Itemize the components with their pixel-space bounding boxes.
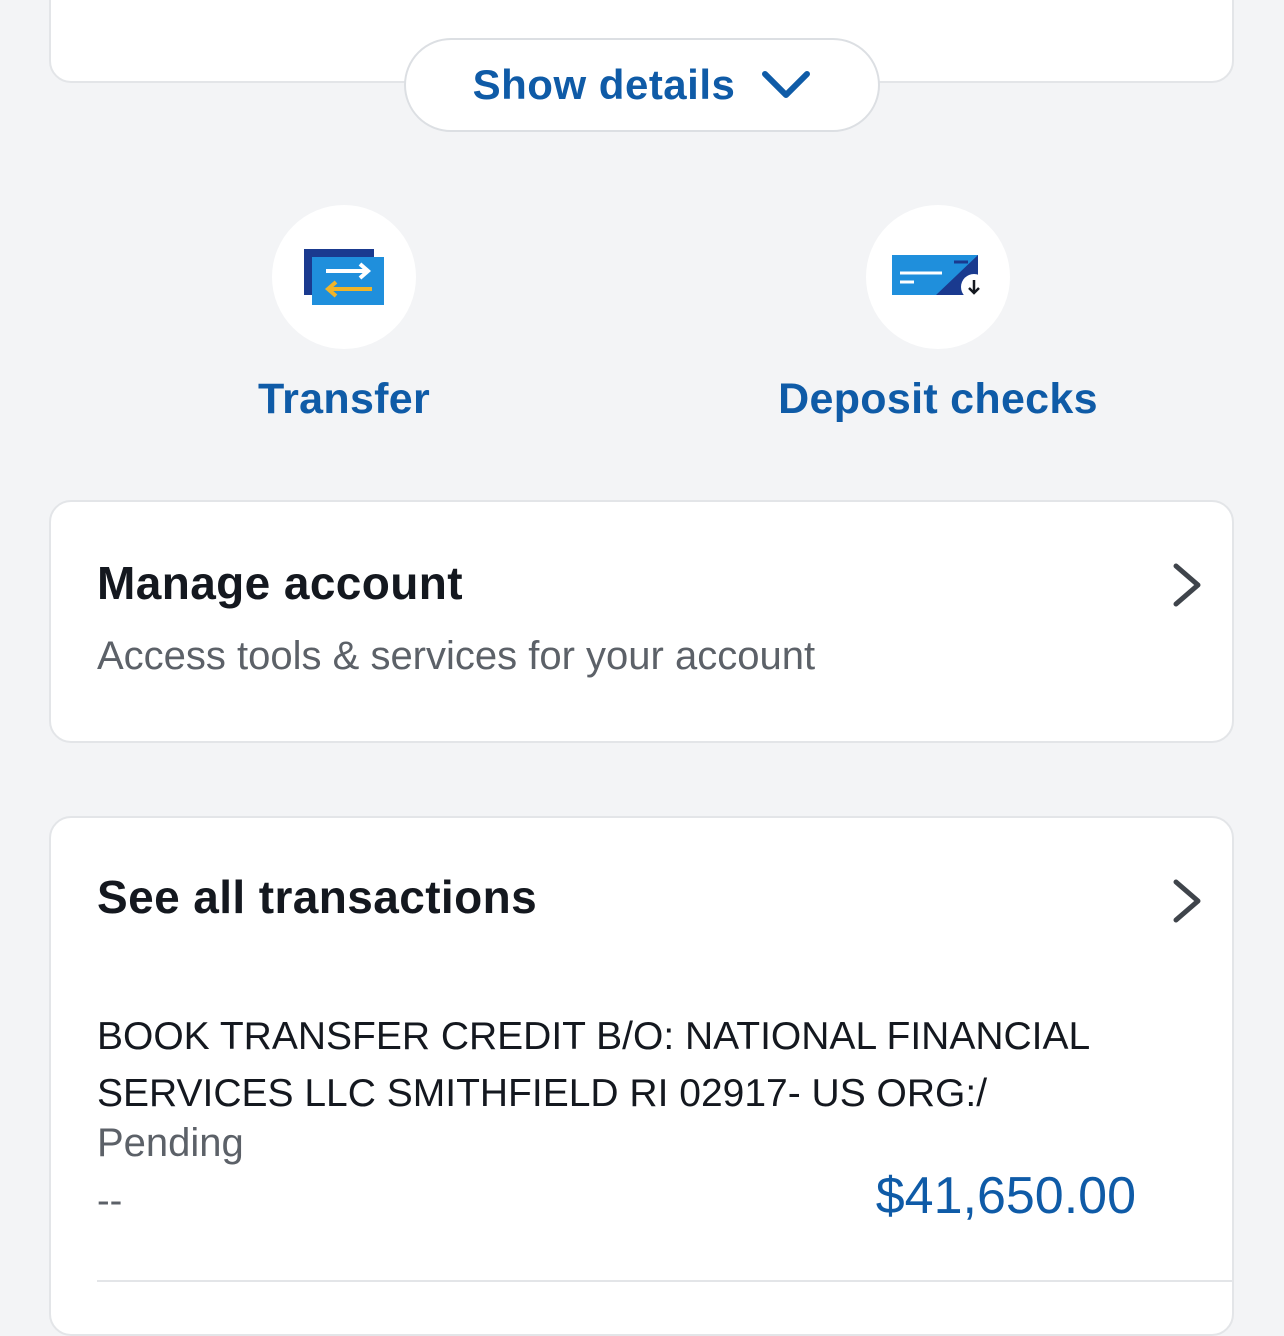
transaction-status: Pending	[97, 1121, 244, 1165]
divider	[97, 1280, 1232, 1282]
see-all-transactions-link[interactable]: See all transactions	[97, 870, 537, 924]
transfer-icon	[304, 249, 384, 305]
manage-account-card[interactable]: Manage account Access tools & services f…	[49, 500, 1234, 743]
transaction-description: BOOK TRANSFER CREDIT B/O: NATIONAL FINAN…	[97, 1015, 1089, 1115]
deposit-icon-circle	[866, 205, 1010, 349]
transfer-label: Transfer	[257, 375, 431, 423]
transaction-date: --	[97, 1180, 123, 1222]
chevron-down-icon	[762, 71, 811, 98]
show-details-button[interactable]: Show details	[404, 38, 880, 132]
show-details-label: Show details	[472, 61, 736, 108]
transfer-icon-circle	[272, 205, 416, 349]
deposit-checks-button[interactable]: Deposit checks	[768, 205, 1108, 424]
transactions-card: See all transactions BOOK TRANSFER CREDI…	[49, 816, 1234, 1336]
chevron-right-icon	[1173, 563, 1201, 607]
manage-account-title: Manage account	[97, 557, 464, 609]
transaction-amount: $41,650.00	[875, 1167, 1136, 1225]
deposit-checks-label: Deposit checks	[778, 375, 1098, 423]
deposit-check-icon	[892, 255, 986, 300]
transfer-button[interactable]: Transfer	[174, 205, 514, 424]
manage-account-subtitle: Access tools & services for your account	[97, 634, 816, 678]
chevron-right-icon[interactable]	[1170, 876, 1204, 926]
